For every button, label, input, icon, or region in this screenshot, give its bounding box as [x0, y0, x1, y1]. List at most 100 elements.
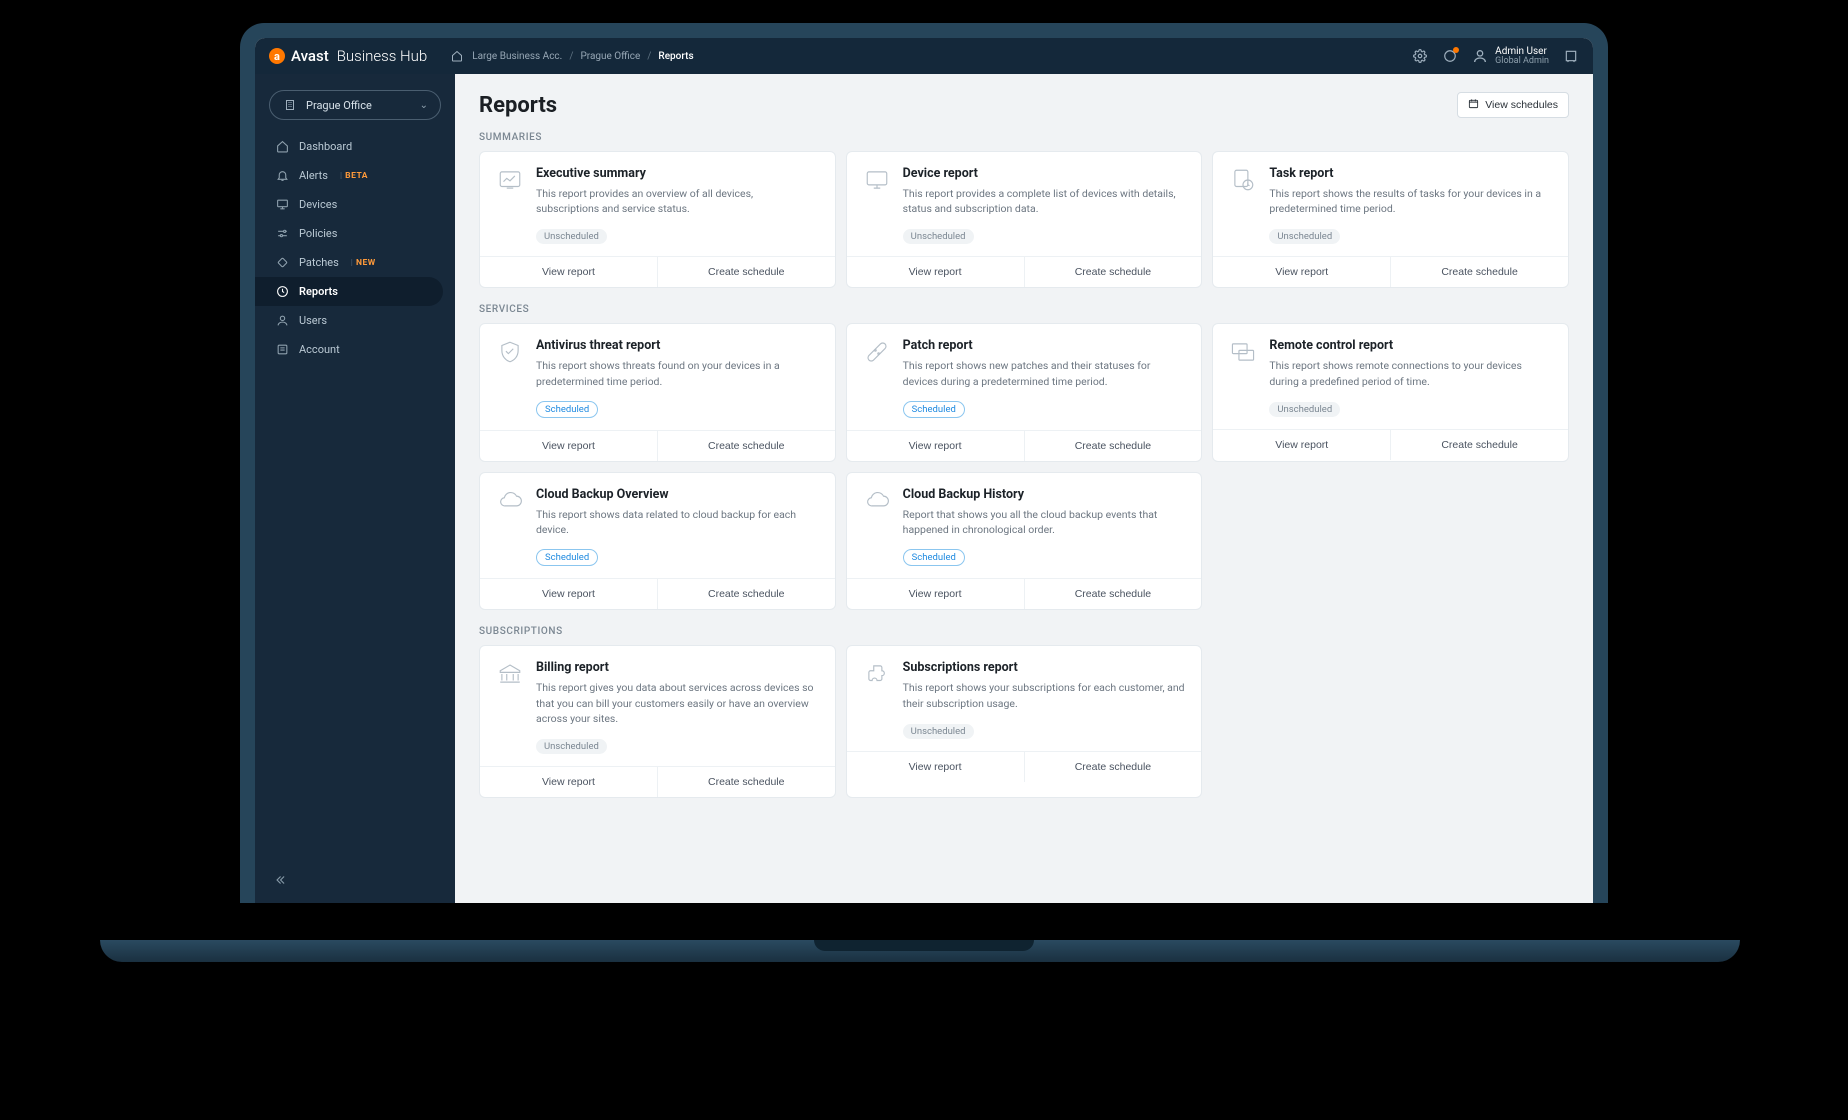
- remote-icon: [1229, 338, 1257, 366]
- status-badge: Unscheduled: [536, 229, 607, 244]
- home-icon[interactable]: [449, 48, 465, 64]
- view-report-button[interactable]: View report: [480, 257, 658, 287]
- breadcrumb-item[interactable]: Prague Office: [580, 51, 640, 62]
- sidebar-item-dashboard[interactable]: Dashboard: [255, 132, 455, 161]
- sidebar-item-account[interactable]: Account: [255, 335, 455, 364]
- card-title: Patch report: [903, 338, 1186, 353]
- report-card: Cloud Backup Overview This report shows …: [479, 472, 836, 610]
- status-badge: Scheduled: [536, 549, 598, 566]
- breadcrumb-sep: /: [647, 51, 651, 62]
- create-schedule-button[interactable]: Create schedule: [1391, 257, 1568, 287]
- sidebar-item-devices[interactable]: Devices: [255, 190, 455, 219]
- patch-icon: [275, 256, 289, 269]
- monitor-icon: [863, 166, 891, 194]
- user-chip[interactable]: Admin User Global Admin: [1472, 46, 1549, 67]
- breadcrumb: Large Business Acc. / Prague Office / Re…: [449, 48, 693, 64]
- create-schedule-button[interactable]: Create schedule: [1025, 257, 1202, 287]
- card-title: Billing report: [536, 660, 819, 675]
- notification-icon[interactable]: [1442, 48, 1458, 64]
- sidebar-item-label: Policies: [299, 227, 337, 240]
- avast-logo-icon: a: [269, 48, 285, 64]
- gear-icon[interactable]: [1412, 48, 1428, 64]
- card-grid: Billing report This report gives you dat…: [479, 645, 1569, 798]
- report-card: Task report This report shows the result…: [1212, 151, 1569, 288]
- topbar: a Avast Business Hub Large Business Acc.…: [255, 38, 1593, 74]
- view-report-button[interactable]: View report: [847, 579, 1025, 609]
- card-description: This report shows data related to cloud …: [536, 507, 819, 537]
- view-report-button[interactable]: View report: [847, 431, 1025, 461]
- view-report-button[interactable]: View report: [480, 579, 658, 609]
- card-description: This report provides an overview of all …: [536, 186, 819, 216]
- user-role: Global Admin: [1495, 57, 1549, 67]
- card-description: This report shows remote connections to …: [1269, 358, 1552, 388]
- user-name: Admin User: [1495, 46, 1549, 57]
- create-schedule-button[interactable]: Create schedule: [658, 579, 835, 609]
- view-report-button[interactable]: View report: [847, 257, 1025, 287]
- sidebar-item-users[interactable]: Users: [255, 306, 455, 335]
- sidebar-item-reports[interactable]: Reports: [255, 277, 443, 306]
- sidebar-item-label: Users: [299, 314, 327, 327]
- card-title: Task report: [1269, 166, 1552, 181]
- breadcrumb-item[interactable]: Large Business Acc.: [472, 51, 562, 62]
- create-schedule-button[interactable]: Create schedule: [1025, 579, 1202, 609]
- card-title: Device report: [903, 166, 1186, 181]
- card-title: Subscriptions report: [903, 660, 1186, 675]
- breadcrumb-sep: /: [569, 51, 573, 62]
- shield-icon: [496, 338, 524, 366]
- card-grid: Executive summary This report provides a…: [479, 151, 1569, 288]
- status-badge: Unscheduled: [903, 229, 974, 244]
- section-label: SUMMARIES: [479, 132, 1569, 143]
- app-window: a Avast Business Hub Large Business Acc.…: [255, 38, 1593, 903]
- card-description: This report shows new patches and their …: [903, 358, 1186, 388]
- clock-icon: [275, 285, 289, 298]
- report-card: Executive summary This report provides a…: [479, 151, 836, 288]
- site-selector[interactable]: Prague Office ⌄: [269, 90, 441, 120]
- main-content: Reports View schedules SUMMARIES Executi…: [455, 74, 1593, 903]
- status-badge: Scheduled: [903, 549, 965, 566]
- card-description: This report shows threats found on your …: [536, 358, 819, 388]
- card-title: Executive summary: [536, 166, 819, 181]
- card-description: This report shows your subscriptions for…: [903, 680, 1186, 710]
- view-report-button[interactable]: View report: [480, 767, 658, 797]
- sidebar-item-policies[interactable]: Policies: [255, 219, 455, 248]
- card-title: Cloud Backup History: [903, 487, 1186, 502]
- puzzle-icon: [863, 660, 891, 688]
- status-badge: Unscheduled: [903, 724, 974, 739]
- section-label: SUBSCRIPTIONS: [479, 626, 1569, 637]
- card-description: This report gives you data about service…: [536, 680, 819, 726]
- sidebar-item-label: Devices: [299, 198, 337, 211]
- section-label: SERVICES: [479, 304, 1569, 315]
- view-report-button[interactable]: View report: [1213, 257, 1391, 287]
- create-schedule-button[interactable]: Create schedule: [658, 257, 835, 287]
- sidebar-item-patches[interactable]: Patches NEW: [255, 248, 455, 277]
- chart-icon: [496, 166, 524, 194]
- sidebar-item-alerts[interactable]: Alerts BETA: [255, 161, 455, 190]
- create-schedule-button[interactable]: Create schedule: [658, 431, 835, 461]
- card-title: Cloud Backup Overview: [536, 487, 819, 502]
- chevron-down-icon: ⌄: [420, 100, 428, 111]
- view-report-button[interactable]: View report: [480, 431, 658, 461]
- create-schedule-button[interactable]: Create schedule: [1025, 752, 1202, 782]
- collapse-sidebar-icon[interactable]: [255, 860, 455, 903]
- card-grid: Antivirus threat report This report show…: [479, 323, 1569, 610]
- sliders-icon: [275, 227, 289, 240]
- sidebar-item-label: Reports: [299, 285, 338, 298]
- home-icon: [275, 140, 289, 153]
- report-card: Subscriptions report This report shows y…: [846, 645, 1203, 798]
- brand: a Avast Business Hub: [269, 47, 427, 65]
- view-report-button[interactable]: View report: [847, 752, 1025, 782]
- brand-name: Avast: [291, 47, 329, 65]
- view-schedules-button[interactable]: View schedules: [1457, 92, 1569, 118]
- sidebar: Prague Office ⌄ Dashboard Alerts BETA De…: [255, 74, 455, 903]
- expand-icon[interactable]: [1563, 48, 1579, 64]
- create-schedule-button[interactable]: Create schedule: [658, 767, 835, 797]
- create-schedule-button[interactable]: Create schedule: [1391, 430, 1568, 460]
- view-report-button[interactable]: View report: [1213, 430, 1391, 460]
- cloud-icon: [863, 487, 891, 515]
- bank-icon: [496, 660, 524, 688]
- status-badge: Scheduled: [536, 401, 598, 418]
- building-icon: [282, 97, 298, 113]
- nav-list: Dashboard Alerts BETA Devices Policies P…: [255, 132, 455, 364]
- report-card: Patch report This report shows new patch…: [846, 323, 1203, 461]
- create-schedule-button[interactable]: Create schedule: [1025, 431, 1202, 461]
